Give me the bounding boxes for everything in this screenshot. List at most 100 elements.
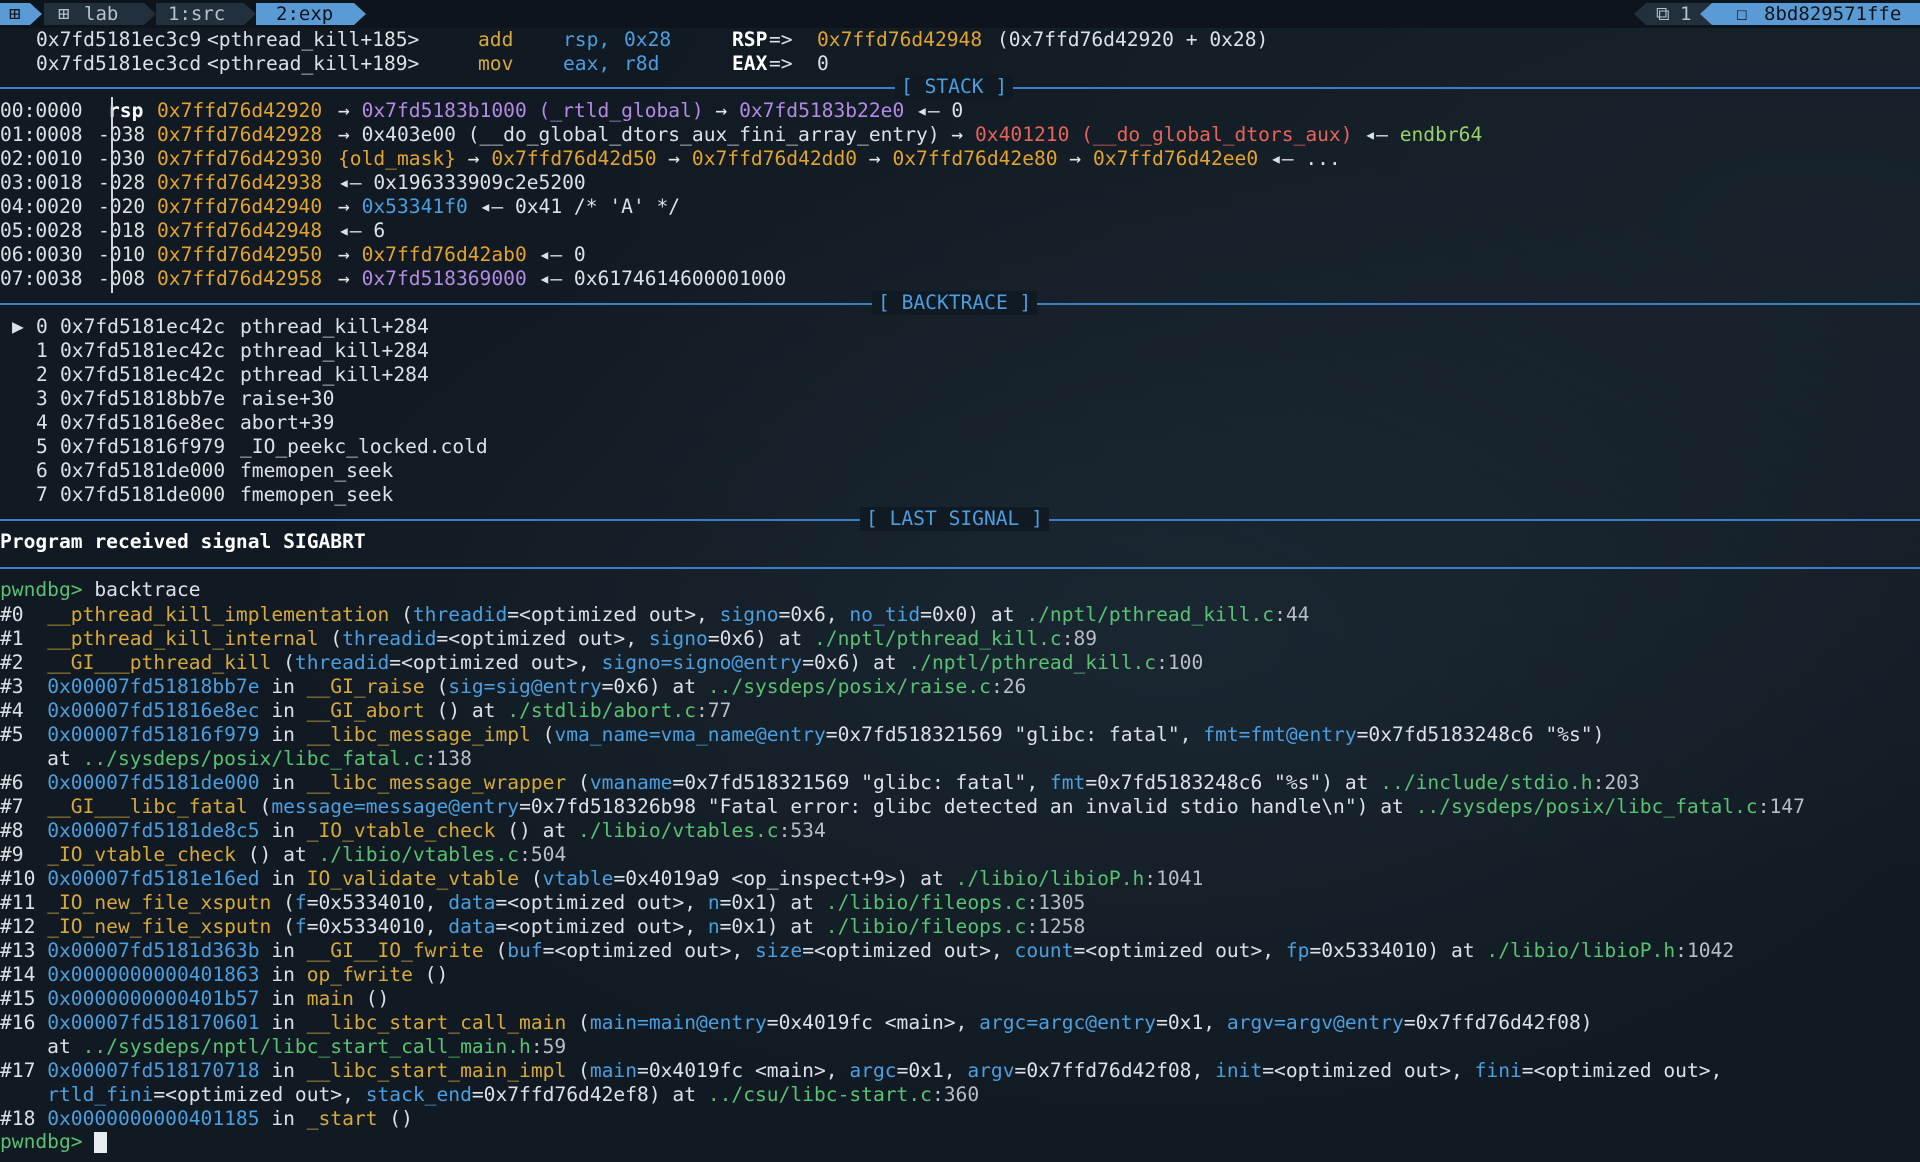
gdb-frame-part: :1305 xyxy=(1026,891,1086,914)
gdb-frame-part: =<optimized out>, xyxy=(507,603,720,626)
gdb-frame-line: #18 0x0000000000401185 in _start () xyxy=(0,1107,413,1131)
backtrace-separator: [ BACKTRACE ] xyxy=(0,291,1920,315)
pane-arrow xyxy=(1634,3,1646,25)
gdb-frame-part: signo xyxy=(648,627,708,650)
frame-symbol: raise+30 xyxy=(240,387,335,410)
gdb-frame-part: _IO_new_file_xsputn xyxy=(47,915,272,938)
stack-chain-part: 0x7ffd76d42ab0 xyxy=(361,243,527,266)
stack-chain: → 0x7fd518369000 ◂— 0x6174614600001000 xyxy=(338,267,786,291)
gdb-frame-part: =<optimized out>, xyxy=(802,939,1015,962)
gdb-frame-part: 0x00007fd5181d363b xyxy=(47,939,260,962)
stack-offset: -020 xyxy=(98,195,146,218)
window-icon: ⊞ xyxy=(58,3,70,25)
gdb-frame-line: #14 0x0000000000401863 in op_fwrite () xyxy=(0,963,448,987)
stack-index: 00:0000 xyxy=(0,99,83,122)
gdb-frame-part: #4 xyxy=(0,699,48,722)
gdb-frame-line: #12 _IO_new_file_xsputn (f=0x5334010, da… xyxy=(0,915,1085,939)
terminal-cursor[interactable] xyxy=(94,1132,108,1153)
gdb-frame-part: in xyxy=(259,963,307,986)
disasm-symbol: <pthread_kill+185> xyxy=(207,28,420,51)
gdb-frame-part: in xyxy=(259,939,307,962)
stack-chain-part: → xyxy=(338,99,362,122)
gdb-frame-part: :147 xyxy=(1757,795,1805,818)
gdb-frame-part xyxy=(0,1083,47,1106)
gdb-frame-part: data xyxy=(448,891,496,914)
stack-index: 06:0030 xyxy=(0,243,83,266)
pane-icon: ⧉ xyxy=(1656,3,1670,25)
input-line[interactable]: pwndbg> xyxy=(0,1130,108,1154)
gdb-frame-part: argc=argc@entry xyxy=(979,1011,1157,1034)
gdb-frame-part: :138 xyxy=(424,747,472,770)
tab-arrow xyxy=(244,3,256,25)
gdb-frame-part: vmaname xyxy=(589,771,673,794)
gdb-frame-part: :1041 xyxy=(1144,867,1204,890)
frame-symbol: fmemopen_seek xyxy=(240,483,394,506)
stack-address: 0x7ffd76d42958 xyxy=(157,267,323,290)
stack-chain-part: ◂— 0x196333909c2e5200 xyxy=(338,171,586,194)
window-tab-lab-label[interactable]: lab xyxy=(84,3,118,25)
gdb-frame-part: #9 xyxy=(0,843,48,866)
gdb-frame-part: =0x6) at xyxy=(601,675,708,698)
gdb-frame-part: main xyxy=(589,1059,638,1082)
gdb-frame-part: ./libio/libioP.h xyxy=(955,867,1145,890)
frame-address: 0x7fd5181de000 xyxy=(60,459,226,482)
gdb-frame-part: fp xyxy=(1285,939,1310,962)
gdb-frame-part: #12 xyxy=(0,915,48,938)
frame-number: 1 xyxy=(36,339,48,362)
session-arrow xyxy=(30,3,42,25)
gdb-frame-part: __pthread_kill_implementation xyxy=(47,603,390,626)
gdb-frame-part: in xyxy=(259,723,307,746)
gdb-frame-part: =0x6, xyxy=(778,603,850,626)
gdb-frame-part: in xyxy=(259,771,307,794)
gdb-frame-part: #6 xyxy=(0,771,48,794)
gdb-frame-part: ( xyxy=(389,603,413,626)
gdb-frame-part: =<optimized out>, xyxy=(1073,939,1286,962)
gdb-frame-part: 0x00007fd51816e8ec xyxy=(47,699,260,722)
gdb-frame-part: ../sysdeps/posix/raise.c xyxy=(707,675,991,698)
register-name: RSP xyxy=(732,28,768,51)
gdb-frame-part: __pthread_kill_internal xyxy=(47,627,319,650)
gdb-frame-line: #8 0x00007fd5181de8c5 in _IO_vtable_chec… xyxy=(0,819,826,843)
gdb-frame-part: =<optimized out>, xyxy=(495,891,708,914)
gdb-frame-part: ( xyxy=(566,1059,590,1082)
gdb-frame-part: ( xyxy=(271,915,295,938)
tmux-status-bar: ⊞ ⊞ lab 1:src 2:exp ⧉ 1 ☐ 8bd829571ffe xyxy=(0,0,1920,28)
gdb-frame-part: in xyxy=(259,987,307,1010)
gdb-frame-part: in xyxy=(259,819,307,842)
window-tab-exp-label[interactable]: 2:exp xyxy=(276,3,333,25)
stack-chain-part: ◂— 0x41 /* 'A' */ xyxy=(467,195,681,218)
gdb-frame-part: in xyxy=(259,1059,307,1082)
stack-chain-part: ◂— 6 xyxy=(338,219,386,242)
gdb-frame-part: :100 xyxy=(1156,651,1204,674)
gdb-frame-line: #16 0x00007fd518170601 in __libc_start_c… xyxy=(0,1011,1593,1035)
last-signal-separator: [ LAST SIGNAL ] xyxy=(0,507,1920,531)
stack-offset: -008 xyxy=(98,267,146,290)
disasm-operand: r8d xyxy=(624,52,660,75)
tab-arrow xyxy=(354,3,366,25)
gdb-frame-part: _start xyxy=(306,1107,378,1130)
gdb-frame-part: vma_name=vma_name@entry xyxy=(554,723,826,746)
gdb-frame-part: ( xyxy=(483,939,508,962)
gdb-frame-part: in xyxy=(259,699,307,722)
stack-gutter xyxy=(111,97,113,293)
window-tab-src-label[interactable]: 1:src xyxy=(168,3,225,25)
frame-address: 0x7fd5181ec42c xyxy=(60,315,226,338)
gdb-frame-part: signo=signo@entry xyxy=(601,651,803,674)
gdb-frame-part: at xyxy=(0,1035,83,1058)
gdb-frame-part: #16 xyxy=(0,1011,48,1034)
frame-number: 4 xyxy=(36,411,48,434)
gdb-frame-part: 0x00007fd5181de000 xyxy=(47,771,260,794)
gdb-frame-part: __libc_start_call_main xyxy=(306,1011,567,1034)
gdb-frame-part: ./stdlib/abort.c xyxy=(507,699,697,722)
frame-symbol: _IO_peekc_locked.cold xyxy=(240,435,488,458)
stack-chain-part: → xyxy=(338,195,362,218)
stack-index: 04:0020 xyxy=(0,195,83,218)
gdb-frame-part: :89 xyxy=(1061,627,1098,650)
disasm-operand: 0x28 xyxy=(624,28,672,51)
frame-number: 6 xyxy=(36,459,48,482)
stack-index: 05:0028 xyxy=(0,219,83,242)
gdb-frame-part: #7 xyxy=(0,795,48,818)
gdb-frame-part: =<optimized out>, xyxy=(436,627,649,650)
gdb-frame-part: __GI___libc_fatal xyxy=(47,795,248,818)
gdb-frame-part: () xyxy=(377,1107,413,1130)
